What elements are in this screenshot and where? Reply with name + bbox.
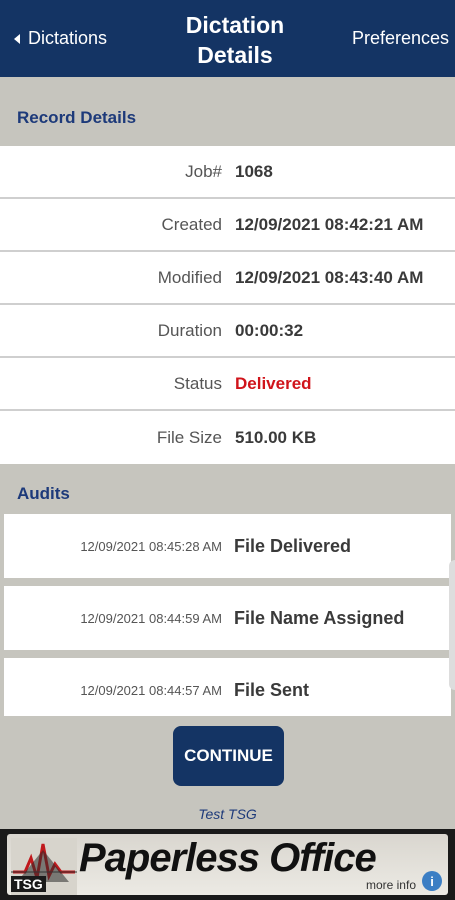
- detail-row-status: Status Delivered: [0, 358, 455, 411]
- detail-row-file-size: File Size 510.00 KB: [0, 411, 455, 464]
- status-badge: Delivered: [235, 373, 312, 393]
- detail-label: Modified: [157, 267, 222, 287]
- audit-item: 12/09/2021 08:44:57 AM File Sent: [4, 658, 451, 716]
- audit-timestamp: 12/09/2021 08:44:59 AM: [80, 610, 222, 626]
- ad-banner[interactable]: TSG Paperless Office more info i: [0, 829, 455, 900]
- scroll-indicator[interactable]: [449, 560, 455, 690]
- record-details-list: Job# 1068 Created 12/09/2021 08:42:21 AM…: [0, 146, 455, 464]
- detail-value: 510.00 KB: [235, 427, 317, 447]
- banner-title: Paperless Office: [79, 836, 377, 880]
- continue-button[interactable]: CONTINUE: [173, 726, 284, 786]
- detail-value: 00:00:32: [235, 320, 304, 340]
- back-button-label: Dictations: [28, 28, 108, 48]
- more-info-link[interactable]: more info: [366, 878, 416, 892]
- record-details-title: Record Details: [17, 108, 137, 127]
- detail-label: Duration: [157, 320, 222, 340]
- detail-label: Created: [161, 214, 222, 234]
- audit-item: 12/09/2021 08:44:59 AM File Name Assigne…: [4, 586, 451, 650]
- audit-event: File Delivered: [234, 535, 352, 556]
- footer-text: Test TSG: [198, 806, 257, 822]
- audit-timestamp: 12/09/2021 08:45:28 AM: [80, 538, 222, 554]
- logo-text: TSG: [11, 876, 46, 892]
- nav-bar: Dictations Dictation Details Preferences: [0, 0, 455, 77]
- page-title-line2: Details: [197, 42, 273, 68]
- audit-item: 12/09/2021 08:45:28 AM File Delivered: [4, 514, 451, 578]
- detail-row-job: Job# 1068: [0, 146, 455, 199]
- detail-row-modified: Modified 12/09/2021 08:43:40 AM: [0, 252, 455, 305]
- ad-banner-content: TSG Paperless Office more info i: [7, 834, 448, 895]
- detail-label: Job#: [185, 161, 222, 181]
- chevron-left-icon: [14, 33, 20, 44]
- back-button[interactable]: Dictations: [14, 28, 107, 49]
- detail-label: File Size: [156, 427, 222, 447]
- detail-value: 12/09/2021 08:42:21 AM: [235, 214, 424, 234]
- detail-value: 12/09/2021 08:43:40 AM: [235, 267, 424, 287]
- detail-label: Status: [173, 373, 222, 393]
- info-icon[interactable]: i: [422, 871, 442, 891]
- detail-value: 1068: [235, 161, 273, 181]
- detail-row-created: Created 12/09/2021 08:42:21 AM: [0, 199, 455, 252]
- preferences-button[interactable]: Preferences: [352, 28, 449, 49]
- page-title-line1: Dictation: [185, 12, 285, 38]
- page-title: Dictation Details: [150, 10, 320, 70]
- audits-title: Audits: [17, 484, 70, 503]
- audit-event: File Sent: [234, 679, 310, 700]
- audit-event: File Name Assigned: [234, 607, 405, 628]
- audit-timestamp: 12/09/2021 08:44:57 AM: [80, 682, 222, 698]
- detail-row-duration: Duration 00:00:32: [0, 305, 455, 358]
- audits-list[interactable]: 12/09/2021 08:45:28 AM File Delivered 12…: [4, 514, 451, 716]
